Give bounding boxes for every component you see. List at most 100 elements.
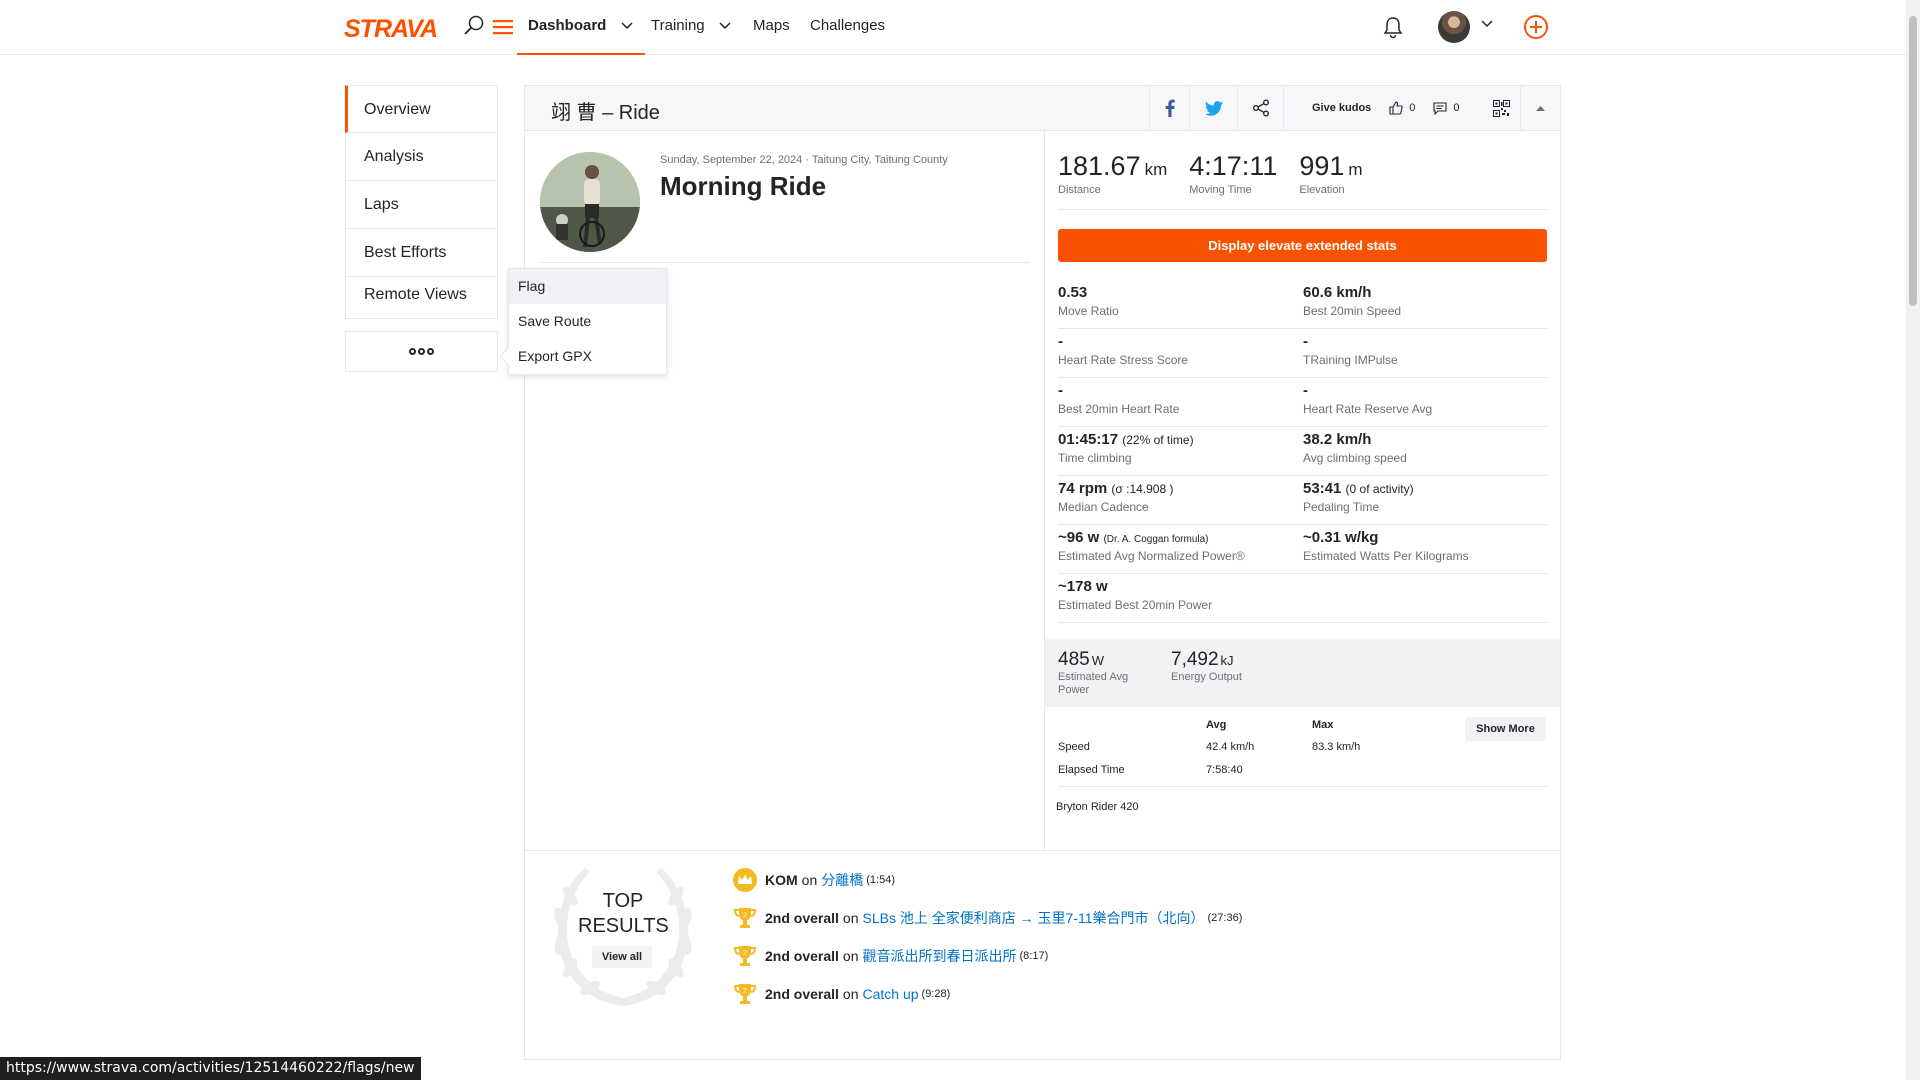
strava-logo[interactable]: STRAVA <box>344 15 438 44</box>
stat-label: Median Cadence <box>1058 500 1149 514</box>
stat-label: Avg climbing speed <box>1303 451 1407 465</box>
segment-link[interactable]: 分離橋 <box>821 870 863 890</box>
avg-power-unit: W <box>1091 653 1104 668</box>
top-results-title-line1: TOP <box>602 890 644 912</box>
flag-menu-item[interactable]: Flag <box>509 269 666 304</box>
extended-stats-grid: 0.53 Move Ratio 60.6 km/h Best 20min Speed… <box>1058 280 1548 623</box>
sidebar-item-remote-views[interactable]: Remote Views <box>345 277 498 319</box>
chevron-down-icon[interactable] <box>1481 20 1493 28</box>
device-name: Bryton Rider 420 <box>1056 801 1139 813</box>
distance-value: 181.67 <box>1058 151 1141 181</box>
link-status-bar: https://www.strava.com/activities/125144… <box>0 1057 421 1080</box>
stats-row: 01:45:17 (22% of time) Time climbing 38.2… <box>1058 427 1548 476</box>
stat-value: ~0.31 w/kg <box>1303 529 1379 546</box>
stats-row: 74 rpm (σ :14.908 ) Median Cadence 53:41 … <box>1058 476 1548 525</box>
achievement-on: on <box>801 872 818 888</box>
sidebar-item-best-efforts[interactable]: Best Efforts <box>345 229 498 277</box>
qr-code-button[interactable] <box>1488 86 1514 130</box>
achievement-rank: 2nd overall <box>765 948 839 964</box>
export-gpx-menu-item[interactable]: Export GPX <box>509 339 666 374</box>
stat-avg-climbing-speed: 38.2 km/h Avg climbing speed <box>1303 431 1548 475</box>
power-summary: 485 W Estimated Avg Power 7,492 kJ Energy … <box>1045 639 1560 707</box>
energy-output-stat: 7,492 kJ Energy Output <box>1171 649 1242 684</box>
divider <box>1058 209 1548 210</box>
elevate-extended-stats-button[interactable]: Display elevate extended stats <box>1058 229 1547 262</box>
sidebar-item-laps[interactable]: Laps <box>345 181 498 229</box>
page-title: 翊 曹 – Ride <box>551 102 660 124</box>
nav-maps[interactable]: Maps <box>753 0 790 54</box>
add-activity-icon[interactable] <box>1523 14 1549 40</box>
show-more-button[interactable]: Show More <box>1465 717 1546 741</box>
comment-count[interactable]: 0 <box>1433 101 1460 115</box>
activity-summary: Sunday, September 22, 2024 · Taitung Cit… <box>525 131 1045 850</box>
collapse-button[interactable] <box>1520 86 1560 130</box>
page-scrollbar[interactable] <box>1906 0 1920 1080</box>
distance-label: Distance <box>1058 184 1101 196</box>
avatar[interactable] <box>1438 11 1470 43</box>
stat-value: 38.2 km/h <box>1303 431 1372 448</box>
speed-label: Speed <box>1058 741 1090 753</box>
achievement-on: on <box>842 910 859 926</box>
distance-unit: km <box>1144 160 1168 179</box>
stat-value: ~178 w <box>1058 578 1108 595</box>
achievement-rank: 2nd overall <box>765 910 839 926</box>
kudos-count[interactable]: 0 <box>1389 101 1415 115</box>
elevation-value: 991 <box>1299 151 1345 181</box>
stat-empty <box>1303 578 1548 622</box>
stat-label: Time climbing <box>1058 451 1132 465</box>
save-route-menu-item[interactable]: Save Route <box>509 304 666 339</box>
max-column-header: Max <box>1312 719 1334 731</box>
stats-row: - Best 20min Heart Rate - Heart Rate Reser… <box>1058 378 1548 427</box>
stat-subvalue: (0 of activity) <box>1345 482 1414 496</box>
give-kudos-button[interactable]: Give kudos <box>1312 102 1371 114</box>
nav-training-label: Training <box>651 17 705 34</box>
athlete-avatar[interactable] <box>540 152 640 252</box>
achievement-time: (9:28) <box>921 988 951 1000</box>
search-icon[interactable] <box>462 14 486 38</box>
scrollbar-thumb[interactable] <box>1909 16 1917 306</box>
share-button[interactable] <box>1237 86 1283 130</box>
sidebar-item-overview[interactable]: Overview <box>345 85 498 133</box>
svg-text:2: 2 <box>743 912 747 919</box>
nav-training[interactable]: Training <box>651 0 731 54</box>
actions-dropdown: Flag Save Route Export GPX <box>508 268 667 375</box>
nav-dashboard[interactable]: Dashboard <box>517 0 645 55</box>
stat-time-climbing: 01:45:17 (22% of time) Time climbing <box>1058 431 1303 475</box>
stat-value: 53:41 <box>1303 480 1342 497</box>
more-actions-button[interactable] <box>345 331 498 372</box>
trophy-icon: 2 <box>733 908 757 928</box>
bell-icon[interactable] <box>1382 15 1404 39</box>
stat-label: Heart Rate Stress Score <box>1058 353 1189 367</box>
stat-best-20min-power: ~178 w Estimated Best 20min Power <box>1058 578 1303 622</box>
chevron-down-icon <box>719 22 731 30</box>
avg-power-value: 485 <box>1058 649 1090 670</box>
elapsed-time-label: Elapsed Time <box>1058 764 1125 776</box>
achievement-on: on <box>842 948 859 964</box>
sidebar-item-analysis[interactable]: Analysis <box>345 133 498 181</box>
stat-subvalue: (22% of time) <box>1122 433 1194 447</box>
segment-link[interactable]: SLBs 池上 全家便利商店 → 玉里7-11樂合門市（北向） <box>863 908 1205 928</box>
stat-value: - <box>1058 333 1063 350</box>
achievement-on: on <box>842 986 859 1002</box>
speed-max: 83.3 km/h <box>1312 741 1361 753</box>
segment-link[interactable]: 觀音派出所到春日派出所 <box>863 946 1017 966</box>
top-results-title: TOP RESULTS <box>578 889 669 939</box>
stat-trimp: - TRaining IMPulse <box>1303 333 1548 377</box>
achievement-time: (27:36) <box>1207 912 1243 924</box>
menu-icon[interactable] <box>493 18 513 36</box>
nav-challenges[interactable]: Challenges <box>810 0 885 54</box>
stat-subvalue: (Dr. A. Coggan formula) <box>1103 534 1209 545</box>
achievement-rank: KOM <box>765 872 798 888</box>
moving-time-label: Moving Time <box>1189 184 1252 196</box>
energy-label: Energy Output <box>1171 671 1242 683</box>
view-all-button[interactable]: View all <box>592 946 652 968</box>
activity-sidebar: Overview Analysis Laps Best Efforts Remo… <box>345 85 498 372</box>
moving-time-stat: 4:17:11 Moving Time <box>1189 151 1277 196</box>
achievement-item: 2 2nd overall on SLBs 池上 全家便利商店 → 玉里7-11… <box>732 905 1242 931</box>
achievement-item: KOM on 分離橋 (1:54) <box>732 867 895 893</box>
twitter-share-button[interactable] <box>1189 86 1237 130</box>
segment-link[interactable]: Catch up <box>863 986 919 1002</box>
facebook-share-button[interactable] <box>1149 86 1189 130</box>
stat-label: Estimated Watts Per Kilograms <box>1303 549 1469 563</box>
energy-unit: kJ <box>1220 653 1234 668</box>
